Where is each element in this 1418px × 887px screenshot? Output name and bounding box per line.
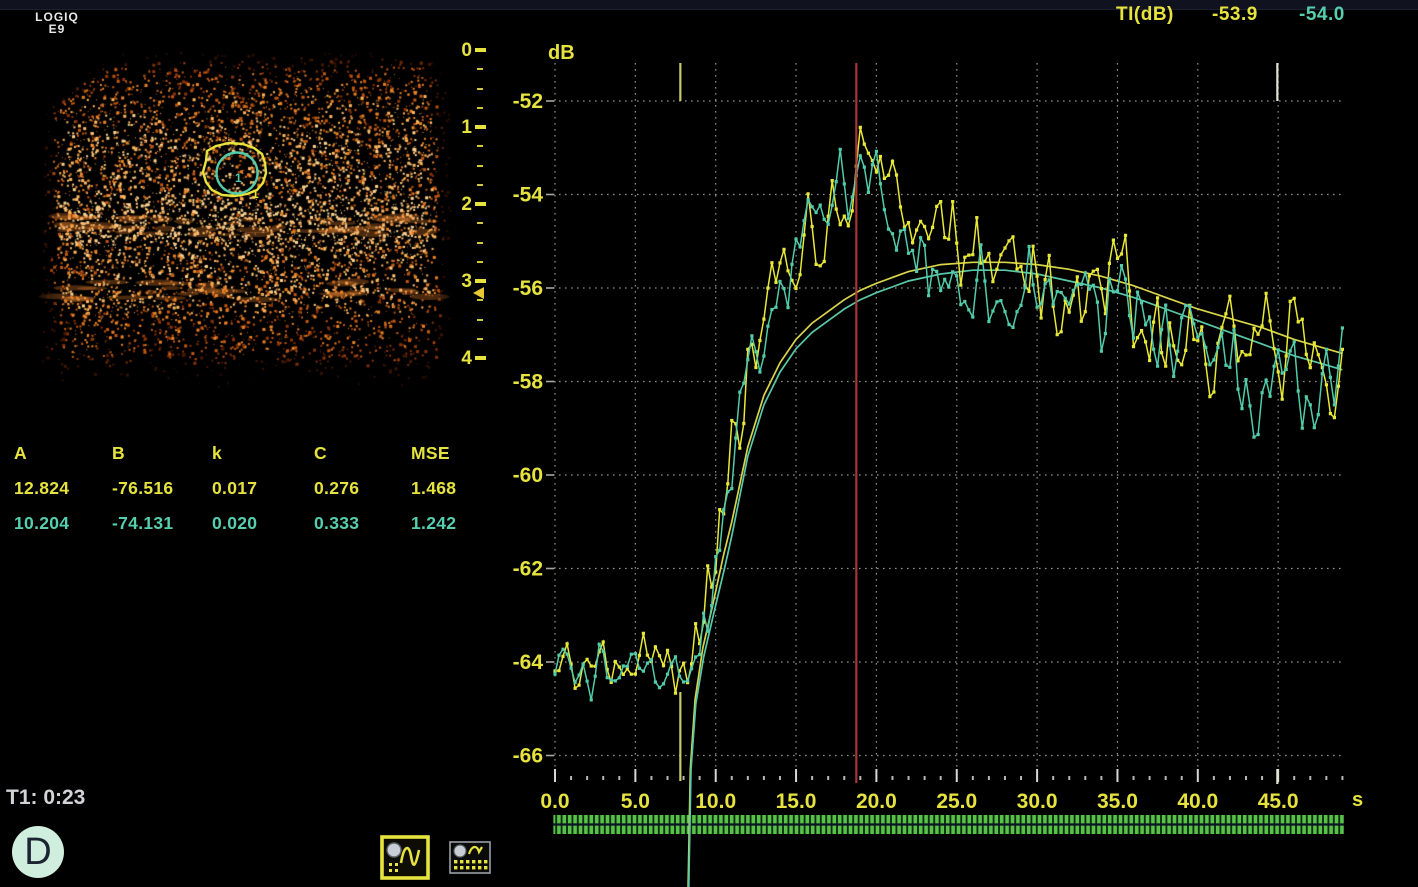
- y-tick-label: -54: [513, 184, 544, 207]
- logiq-e9-screen: LOGIQ E9 1 1 01234 TI(dB) -53.9 -54.0 AB…: [0, 0, 1418, 887]
- chart-grid: -52 -54 -56 -58 -60 -62 -64 -66 0.0 5.0 10.0 15.0 20…: [513, 63, 1344, 813]
- x-tick-label: 45.0: [1258, 790, 1299, 813]
- x-tick-label: 0.0: [540, 790, 569, 813]
- y-tick-label: -60: [513, 464, 543, 487]
- x-tick-label: 20.0: [856, 790, 897, 813]
- y-tick-label: -62: [513, 558, 543, 581]
- x-axis-unit: s: [1352, 789, 1363, 811]
- x-tick-label: 35.0: [1097, 790, 1138, 813]
- x-tick-label: 5.0: [621, 790, 650, 813]
- y-axis-label: dB: [548, 42, 575, 64]
- x-tick-label: 10.0: [695, 790, 736, 813]
- x-tick-label: 25.0: [936, 790, 977, 813]
- y-tick-label: -52: [513, 90, 543, 113]
- y-tick-label: -66: [513, 745, 543, 768]
- x-tick-label: 15.0: [776, 790, 817, 813]
- tic-series-1: [553, 126, 1344, 695]
- x-tick-label: 30.0: [1017, 790, 1058, 813]
- y-tick-label: -64: [513, 651, 544, 674]
- tic-series-2: [553, 148, 1344, 702]
- x-tick-label: 40.0: [1177, 790, 1218, 813]
- y-tick-label: -56: [513, 277, 543, 300]
- time-intensity-chart: -52 -54 -56 -58 -60 -62 -64 -66 0.0 5.0 10.0 15.0 20…: [0, 0, 1418, 887]
- y-tick-label: -58: [513, 371, 544, 394]
